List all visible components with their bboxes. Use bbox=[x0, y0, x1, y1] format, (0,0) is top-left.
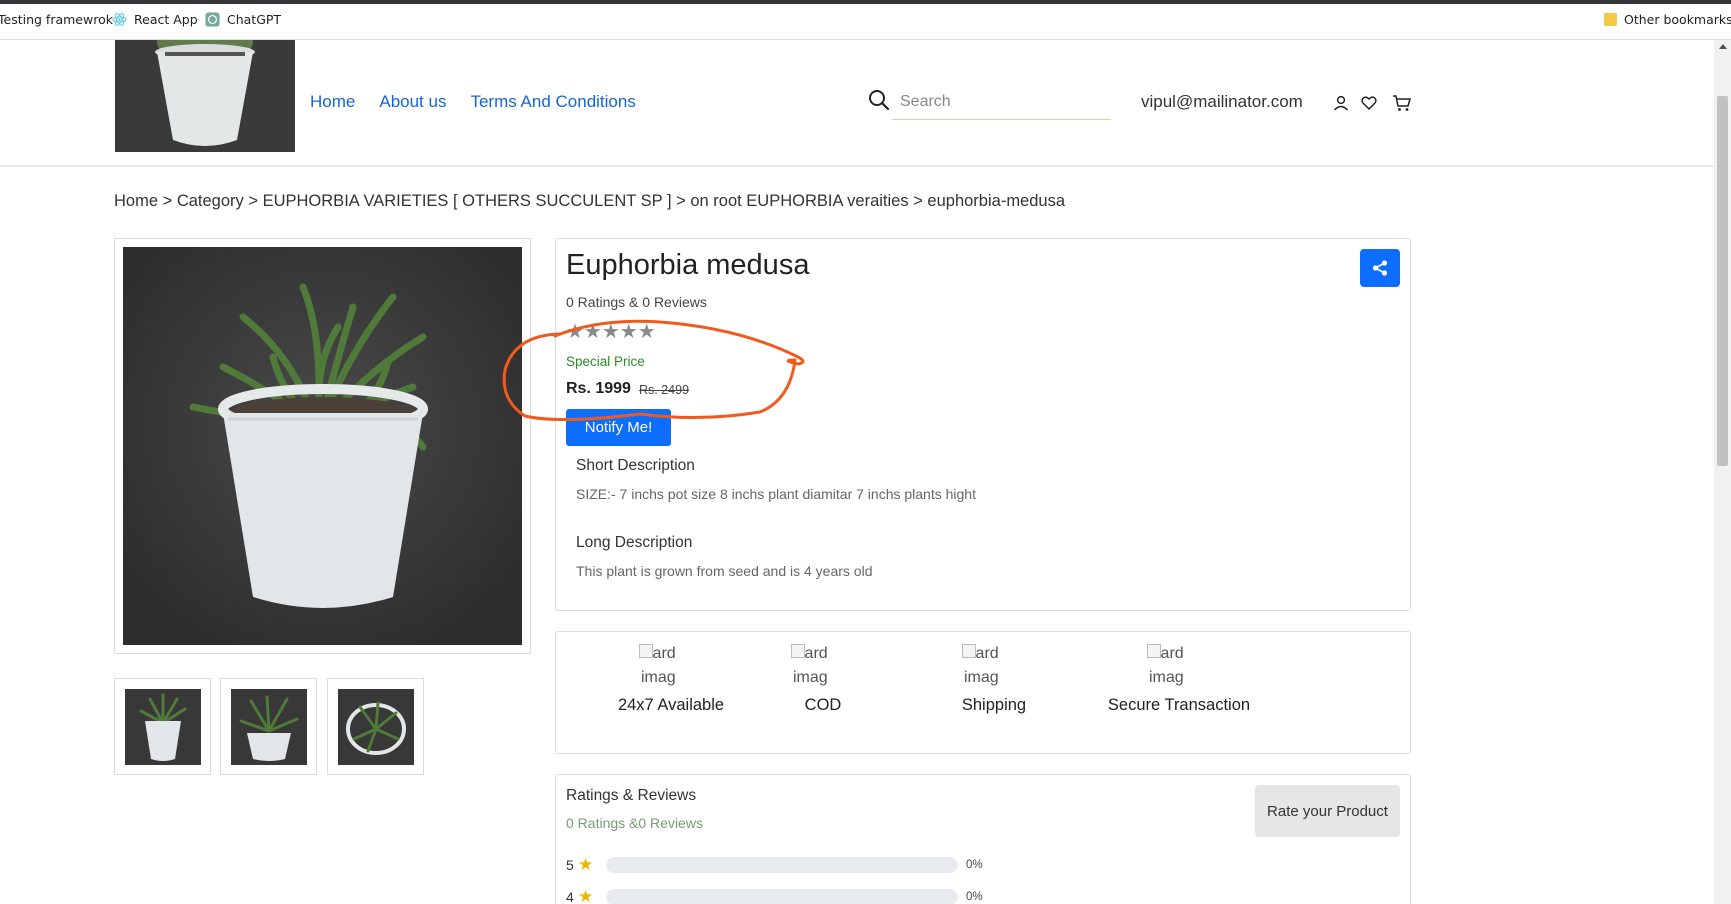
broken-image: Card imag bbox=[791, 644, 828, 686]
long-description-text: This plant is grown from seed and is 4 y… bbox=[576, 563, 873, 579]
ratings-reviews-card: Ratings & Reviews 0 Ratings &0 Reviews R… bbox=[555, 774, 1411, 904]
product-thumbnail[interactable] bbox=[327, 678, 424, 775]
user-email[interactable]: vipul@mailinator.com bbox=[1141, 92, 1303, 112]
star-icon: ★ bbox=[578, 855, 594, 875]
rating-progress-bar bbox=[606, 857, 958, 873]
rating-star-count: 4 bbox=[566, 889, 574, 904]
cactus-pot-logo-image bbox=[115, 40, 295, 152]
rating-summary: 0 Ratings & 0 Reviews bbox=[566, 294, 707, 310]
rating-percent: 0% bbox=[966, 891, 983, 903]
breadcrumb-current: euphorbia-medusa bbox=[927, 192, 1066, 210]
bookmark-chatgpt[interactable]: ChatGPT bbox=[205, 12, 281, 27]
broken-image-icon bbox=[1147, 644, 1161, 658]
product-image-frame bbox=[114, 238, 531, 654]
breadcrumb-separator: > bbox=[243, 192, 263, 210]
user-icon[interactable] bbox=[1332, 94, 1350, 112]
features-card: Card imag 24x7 Available Card imag COD C… bbox=[555, 631, 1411, 754]
nav-terms[interactable]: Terms And Conditions bbox=[470, 92, 635, 112]
feature-secure-transaction: Card imag Secure Transaction bbox=[1099, 642, 1259, 715]
product-thumbnail[interactable] bbox=[114, 678, 211, 775]
broken-image: Card imag bbox=[1147, 644, 1184, 686]
star-rating: ★★★★★ bbox=[566, 319, 656, 343]
product-thumbnail[interactable] bbox=[220, 678, 317, 775]
rate-product-button[interactable]: Rate your Product bbox=[1255, 785, 1400, 837]
original-price: Rs. 2499 bbox=[639, 383, 690, 397]
scroll-up-arrow-icon[interactable] bbox=[1719, 44, 1727, 49]
breadcrumb-separator: > bbox=[158, 192, 177, 210]
notify-me-button[interactable]: Notify Me! bbox=[566, 409, 671, 446]
star-icon: ★ bbox=[578, 887, 594, 904]
other-bookmarks[interactable]: Other bookmarks bbox=[1604, 12, 1731, 27]
site-logo[interactable] bbox=[115, 40, 295, 152]
rating-percent: 0% bbox=[966, 859, 983, 871]
chatgpt-icon bbox=[205, 12, 220, 27]
product-title: Euphorbia medusa bbox=[566, 249, 810, 281]
broken-image: Card imag bbox=[962, 644, 999, 686]
broken-image-icon bbox=[962, 644, 976, 658]
feature-label: COD bbox=[804, 696, 842, 714]
search-input[interactable] bbox=[892, 84, 1111, 120]
rating-row-4: 4 ★ 0% bbox=[566, 887, 983, 904]
feature-label: Secure Transaction bbox=[1107, 696, 1251, 714]
feature-24x7: Card imag 24x7 Available bbox=[612, 642, 730, 715]
feature-shipping: Card imag Shipping bbox=[956, 642, 1032, 715]
bookmarks-bar: Testing framewrok React App ChatGPT Othe… bbox=[0, 0, 1731, 40]
bookmark-label: ChatGPT bbox=[227, 12, 282, 27]
current-price: Rs. 1999 bbox=[566, 380, 631, 397]
thumbnail-image bbox=[337, 688, 414, 765]
short-description-heading: Short Description bbox=[576, 457, 695, 474]
feature-cod: Card imag COD bbox=[788, 642, 858, 715]
long-description-heading: Long Description bbox=[576, 534, 693, 551]
breadcrumb-separator: > bbox=[671, 192, 691, 210]
main-nav: Home About us Terms And Conditions bbox=[310, 92, 636, 112]
feature-label: Shipping bbox=[961, 696, 1027, 714]
ratings-summary: 0 Ratings &0 Reviews bbox=[566, 815, 703, 831]
short-description-text: SIZE:- 7 inchs pot size 8 inchs plant di… bbox=[576, 486, 976, 502]
breadcrumb-home[interactable]: Home bbox=[114, 192, 158, 210]
rating-star-count: 5 bbox=[566, 857, 574, 873]
bookmark-testing-framework[interactable]: Testing framewrok bbox=[0, 12, 113, 27]
special-price-label: Special Price bbox=[566, 354, 645, 369]
heart-icon[interactable] bbox=[1360, 94, 1378, 112]
breadcrumb: Home > Category > EUPHORBIA VARIETIES [ … bbox=[114, 192, 1065, 211]
bookmark-react-app[interactable]: React App bbox=[112, 12, 198, 27]
site-header: Home About us Terms And Conditions vipul… bbox=[0, 40, 1714, 167]
breadcrumb-subcategory[interactable]: on root EUPHORBIA veraities bbox=[690, 192, 908, 210]
search-icon[interactable] bbox=[868, 89, 890, 111]
thumbnail-image bbox=[124, 688, 201, 765]
cart-icon[interactable] bbox=[1392, 94, 1412, 112]
rating-progress-bar bbox=[606, 889, 958, 904]
thumbnail-image bbox=[230, 688, 307, 765]
share-icon bbox=[1372, 260, 1388, 276]
breadcrumb-category[interactable]: Category bbox=[177, 192, 244, 210]
ratings-heading: Ratings & Reviews bbox=[566, 787, 697, 804]
broken-image-icon bbox=[639, 644, 653, 658]
rating-row-5: 5 ★ 0% bbox=[566, 855, 983, 875]
bookmark-label: React App bbox=[134, 12, 198, 27]
product-details-card: Euphorbia medusa 0 Ratings & 0 Reviews ★… bbox=[555, 238, 1411, 611]
breadcrumb-separator: > bbox=[908, 192, 928, 210]
other-bookmarks-label: Other bookmarks bbox=[1624, 12, 1731, 27]
broken-image-icon bbox=[791, 644, 805, 658]
nav-home[interactable]: Home bbox=[310, 92, 355, 112]
euphorbia-plant-image bbox=[123, 247, 522, 645]
nav-about-us[interactable]: About us bbox=[379, 92, 446, 112]
share-button[interactable] bbox=[1360, 249, 1400, 287]
feature-label: 24x7 Available bbox=[617, 696, 725, 714]
folder-icon bbox=[1604, 13, 1617, 26]
react-icon bbox=[112, 13, 127, 26]
breadcrumb-euphorbia-varieties[interactable]: EUPHORBIA VARIETIES [ OTHERS SUCCULENT S… bbox=[263, 192, 672, 210]
broken-image: Card imag bbox=[639, 644, 676, 686]
product-main-image[interactable] bbox=[123, 247, 522, 645]
bookmark-label: Testing framewrok bbox=[0, 12, 113, 27]
search-bar bbox=[868, 84, 1111, 120]
scrollbar-thumb[interactable] bbox=[1717, 96, 1728, 466]
